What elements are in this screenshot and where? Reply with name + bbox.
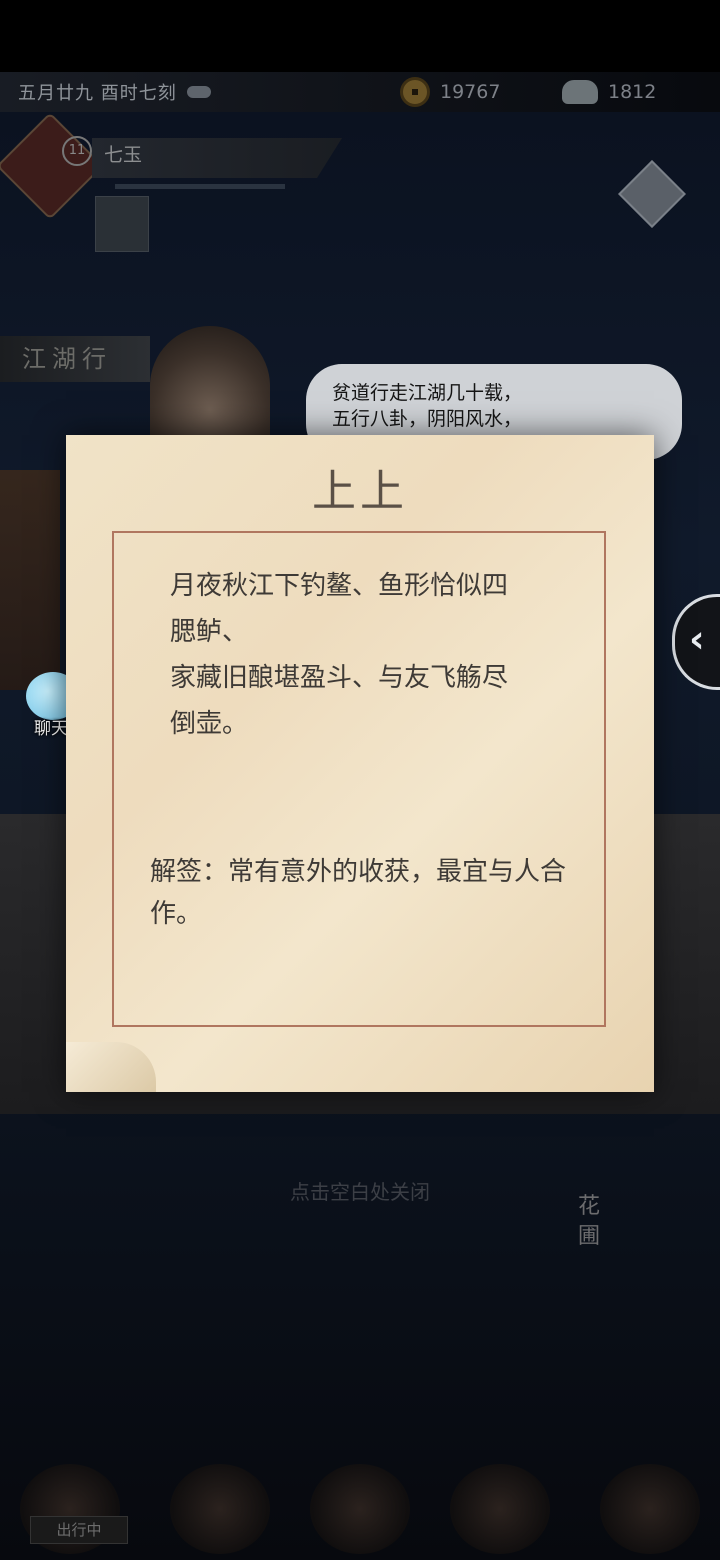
- coin-icon: [400, 77, 430, 107]
- equipment-card[interactable]: [95, 196, 149, 252]
- nav-item-3[interactable]: [310, 1464, 410, 1554]
- coin-resource: 19767: [400, 77, 500, 107]
- jade-count: 1812: [608, 81, 657, 103]
- chevron-left-icon: ‹: [689, 617, 705, 661]
- travel-status-label: 出行中: [30, 1516, 128, 1544]
- garden-sign[interactable]: 花圃: [574, 1192, 604, 1252]
- coin-count: 19767: [440, 81, 501, 103]
- weather-cloud-icon: [185, 82, 213, 102]
- status-bar-area: [0, 0, 720, 72]
- stamina-bar: [115, 184, 285, 189]
- jade-icon: [562, 80, 598, 104]
- close-hint[interactable]: 点击空白处关闭: [0, 1176, 720, 1205]
- npc-taoist-portrait: [150, 326, 270, 446]
- jade-resource: 1812: [562, 80, 656, 104]
- player-level-badge: 11: [62, 136, 92, 166]
- nav-item-2[interactable]: [170, 1464, 270, 1554]
- player-name: 七玉: [104, 144, 143, 166]
- fortune-title: 上上: [312, 466, 408, 517]
- fortune-frame: 月夜秋江下钓鳌、鱼形恰似四 腮鲈、 家藏旧酿堪盈斗、与友飞觞尽 倒壶。 解签：常…: [112, 531, 606, 1027]
- location-tag: 江湖行: [0, 336, 150, 382]
- paper-curl-decoration: [66, 1042, 156, 1092]
- npc-speech-text: 贫道行走江湖几十载， 五行八卦，阴阳风水，: [332, 382, 523, 430]
- game-date: 五月廿九 酉时七刻: [18, 83, 177, 104]
- fortune-poem: 月夜秋江下钓鳌、鱼形恰似四 腮鲈、 家藏旧酿堪盈斗、与友飞觞尽 倒壶。: [170, 571, 509, 739]
- fortune-explanation: 解签：常有意外的收获，最宜与人合作。: [150, 857, 567, 929]
- nav-item-4[interactable]: [450, 1464, 550, 1554]
- nav-item-5[interactable]: [600, 1464, 700, 1554]
- fortune-paper-dialog: 上上 月夜秋江下钓鳌、鱼形恰似四 腮鲈、 家藏旧酿堪盈斗、与友飞觞尽 倒壶。 解…: [66, 435, 654, 1092]
- tree-decoration: [0, 470, 60, 690]
